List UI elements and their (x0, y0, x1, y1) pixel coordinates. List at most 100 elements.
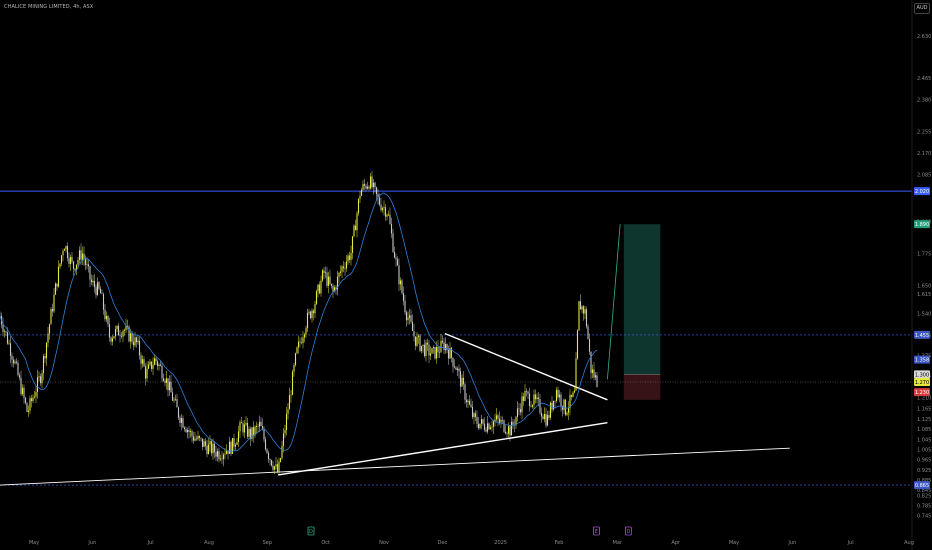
candle-body (399, 280, 402, 285)
candle-body (524, 390, 526, 401)
candle-body (171, 392, 174, 401)
candle-body (42, 356, 45, 373)
candle-body (71, 256, 73, 262)
candle-body (516, 408, 519, 417)
candle-body (558, 394, 561, 398)
candle-body (173, 399, 175, 401)
candle-body (477, 423, 480, 429)
candle-body (491, 426, 493, 428)
candle-body (422, 344, 424, 346)
candle-body (488, 423, 490, 430)
candle-body (177, 407, 180, 418)
candle-body (59, 263, 61, 267)
candle-body (111, 338, 114, 342)
candle-body (35, 391, 37, 397)
candle-body (383, 207, 385, 209)
price-chart[interactable]: 2.6302.4652.3802.2552.1702.0851.9001.775… (0, 0, 932, 550)
candle-body (170, 381, 172, 393)
stop-zone[interactable] (623, 374, 661, 400)
candle-body (350, 252, 352, 260)
price-label-text: 1.358 (915, 358, 929, 364)
price-tick-label: 2.630 (917, 34, 931, 40)
candle-body (437, 347, 439, 353)
candle-body (476, 416, 478, 424)
candle-body (567, 408, 570, 413)
candle-body (12, 359, 15, 364)
candle-body (408, 315, 411, 318)
candle-body (26, 402, 28, 412)
candle-body (398, 265, 400, 285)
candle-body (563, 399, 565, 410)
candle-body (332, 285, 334, 292)
candle-body (543, 413, 546, 420)
candle-body (191, 431, 193, 437)
candle-body (306, 312, 309, 329)
candle-body (267, 452, 270, 460)
candle-body (221, 458, 223, 460)
candle-body (432, 347, 435, 348)
candle-body (530, 405, 532, 407)
candle-body (258, 421, 261, 427)
candle-body (474, 413, 477, 417)
candle-body (44, 356, 46, 359)
candle-body (156, 361, 159, 367)
candle-body (461, 377, 463, 387)
candle-body (153, 358, 156, 365)
candle-body (330, 283, 333, 286)
candle-body (401, 280, 403, 294)
candle-body (384, 207, 387, 217)
candle-body (219, 458, 222, 460)
candle-body (32, 397, 34, 402)
candle-body (233, 438, 235, 447)
candle-body (56, 283, 58, 287)
candle-body (114, 329, 117, 337)
candle-body (534, 394, 537, 400)
candle-body (141, 359, 144, 364)
currency-badge[interactable]: AUD (914, 3, 930, 14)
candle-body (236, 441, 238, 445)
candle-body (138, 340, 141, 356)
candle-body (503, 420, 505, 432)
candle-body (311, 310, 313, 319)
candle-body (24, 397, 27, 403)
candle-body (486, 423, 489, 432)
candle-body (299, 341, 301, 343)
candle-body (264, 439, 267, 450)
price-tick-label: 1.775 (917, 251, 931, 257)
candle-body (405, 312, 408, 321)
candle-body (176, 399, 178, 408)
candle-body (521, 396, 523, 413)
candle-body (387, 214, 390, 216)
candle-body (9, 343, 12, 356)
time-tick-label: Nov (379, 540, 389, 546)
candle-body (119, 335, 121, 336)
event-marker-label: E (595, 529, 598, 535)
candle-body (590, 351, 592, 373)
candle-body (281, 445, 283, 459)
time-tick-label: Jun (787, 540, 796, 546)
candle-body (375, 187, 378, 195)
price-tick-label: 1.005 (917, 447, 931, 453)
candle-body (182, 418, 184, 428)
target-zone[interactable] (623, 224, 661, 375)
candle-body (464, 384, 466, 400)
candle-body (144, 366, 147, 379)
candle-body (203, 441, 205, 447)
candle-body (392, 233, 394, 252)
candle-body (357, 198, 360, 214)
candle-body (539, 398, 541, 413)
position-zones[interactable] (623, 224, 661, 400)
candle-body (545, 413, 547, 426)
candle-body (242, 423, 244, 433)
price-label-text: 1.270 (915, 380, 929, 386)
candle-body (107, 316, 109, 325)
candle-body (116, 325, 118, 330)
candle-body (578, 301, 580, 331)
time-tick-label: Mar (613, 540, 623, 546)
candle-body (297, 341, 300, 348)
candle-body (318, 284, 321, 294)
candle-body (224, 453, 226, 455)
candle-body (63, 249, 66, 251)
candle-body (585, 309, 588, 327)
candle-body (492, 421, 495, 427)
